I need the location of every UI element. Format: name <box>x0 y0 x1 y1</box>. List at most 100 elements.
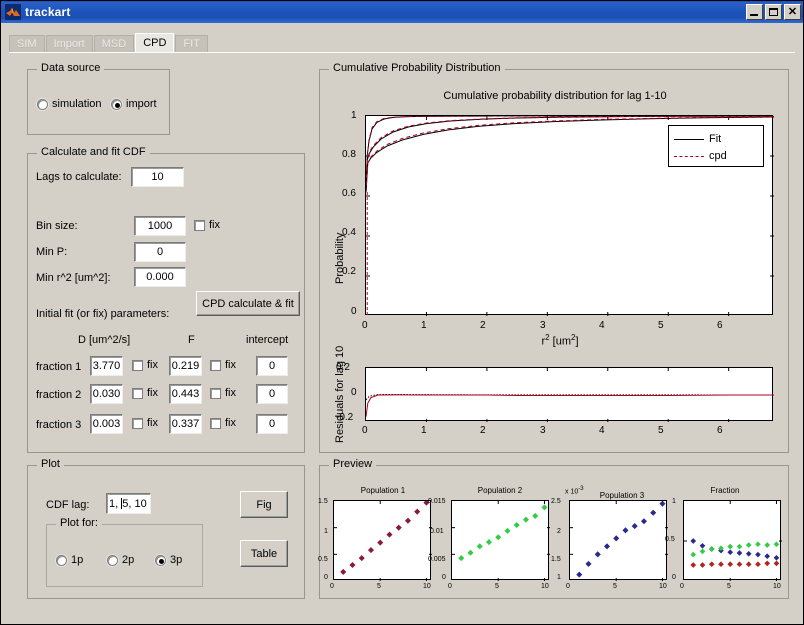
res-ytick-0: 0 <box>351 387 357 398</box>
fraction-2-d-input[interactable]: 0.030 <box>90 384 123 404</box>
p2-xtick-5: 5 <box>495 583 499 590</box>
fraction-1-d-fix-checkbox[interactable]: fix <box>132 359 158 371</box>
fraction-3-f-fix-checkbox[interactable]: fix <box>210 417 236 429</box>
population-3-title: Population 3 <box>599 491 645 500</box>
p2-ytick-0.015: 0.015 <box>428 498 446 505</box>
fraction-2-f-input[interactable]: 0.443 <box>169 384 202 404</box>
fraction-1-f-input[interactable]: 0.219 <box>169 356 202 376</box>
data-source-title: Data source <box>37 62 105 74</box>
window-controls: ✕ <box>746 4 801 20</box>
value: 0 <box>268 360 276 372</box>
radio-2p[interactable]: 2p <box>107 554 134 566</box>
checkbox-icon <box>194 219 205 231</box>
p2-xtick-10: 10 <box>541 583 549 590</box>
tab-fit[interactable]: FIT <box>175 35 208 52</box>
radio-1p[interactable]: 1p <box>56 554 83 566</box>
fraction-2-f-fix-checkbox[interactable]: fix <box>210 387 236 399</box>
p2-ytick-0: 0 <box>442 574 446 581</box>
p3-xtick-5: 5 <box>613 583 617 590</box>
checkbox-label: fix <box>225 387 236 399</box>
checkbox-icon <box>132 359 143 371</box>
tab-msd[interactable]: MSD <box>93 35 135 52</box>
maximize-button[interactable] <box>765 4 782 20</box>
p2-xtick-0: 0 <box>448 583 452 590</box>
min-r2-input[interactable]: 0.000 <box>134 267 186 287</box>
fr-xtick-0: 0 <box>680 583 684 590</box>
fraction-3-f-input[interactable]: 0.337 <box>169 414 202 434</box>
lags-value: 10 <box>151 171 164 183</box>
residuals-plot-area <box>365 367 774 422</box>
fig-button[interactable]: Fig <box>240 491 288 518</box>
bin-size-value: 1000 <box>147 220 173 232</box>
fraction-1-d-input[interactable]: 3.770 <box>90 356 123 376</box>
tab-page-separator <box>9 52 795 53</box>
p1-ytick-0.5: 0.5 <box>318 556 328 563</box>
row-label-fraction-2: fraction 2 <box>36 389 82 401</box>
residuals-ylabel: Residuals for lag 10 <box>334 345 346 443</box>
population-1-title: Population 1 <box>360 486 406 495</box>
cdf-lag-input[interactable]: 1, 5, 10 <box>106 493 151 514</box>
tab-cpd[interactable]: CPD <box>135 33 175 52</box>
radio-simulation[interactable]: simulation <box>37 98 102 110</box>
fraction-2-intercept-input[interactable]: 0 <box>256 384 288 404</box>
column-header-f: F <box>188 334 195 346</box>
fraction-3-d-input[interactable]: 0.003 <box>90 414 123 434</box>
res-xtick-3: 3 <box>540 425 546 436</box>
res-xtick-4: 4 <box>599 425 605 436</box>
table-button[interactable]: Table <box>240 540 288 567</box>
button-label: Table <box>250 547 278 560</box>
matlab-logo-icon <box>5 4 21 20</box>
checkbox-label: fix <box>225 359 236 371</box>
p1-xtick-5: 5 <box>377 583 381 590</box>
radio-circle-icon <box>56 554 67 566</box>
res-ytick-0.2: 0.2 <box>336 362 350 373</box>
tab-label: FIT <box>183 38 200 50</box>
fraction-3-intercept-input[interactable]: 0 <box>256 414 288 434</box>
window-title: trackart <box>25 5 71 19</box>
checkbox-label: fix <box>147 359 158 371</box>
radio-circle-icon <box>111 98 122 110</box>
min-p-input[interactable]: 0 <box>134 242 186 262</box>
residuals-svg <box>366 368 774 422</box>
cpd-chart-panel: Cumulative Probability Distribution Cumu… <box>319 62 789 453</box>
plot-for-title: Plot for: <box>56 517 102 529</box>
p3-ytick-2: 2 <box>557 528 561 535</box>
xtick-5: 5 <box>658 320 664 331</box>
title-bar: trackart ✕ <box>1 1 803 23</box>
value: 3.770 <box>92 360 121 372</box>
fr-ytick-0.5: 0.5 <box>665 536 675 543</box>
tab-sim[interactable]: SIM <box>9 35 45 52</box>
tab-import[interactable]: Import <box>45 35 93 52</box>
p3-ytick-1: 1 <box>557 574 561 581</box>
tab-label: MSD <box>101 38 127 50</box>
fraction-2-d-fix-checkbox[interactable]: fix <box>132 387 158 399</box>
res-xtick-6: 6 <box>717 425 723 436</box>
cpd-calculate-and-fit-button[interactable]: CPD calculate & fit <box>196 291 300 316</box>
bin-size-input[interactable]: 1000 <box>134 216 186 236</box>
ytick-0.4: 0.4 <box>342 227 356 238</box>
fraction-1-f-fix-checkbox[interactable]: fix <box>210 359 236 371</box>
text-caret <box>121 498 123 510</box>
bin-size-fix-checkbox[interactable]: fix <box>194 219 220 231</box>
value: 0.443 <box>171 388 200 400</box>
value: 0.003 <box>92 418 121 430</box>
fraction-1-intercept-input[interactable]: 0 <box>256 356 288 376</box>
minimize-button[interactable] <box>746 4 763 20</box>
cdf-lag-label: CDF lag: <box>46 499 90 511</box>
lags-to-calculate-input[interactable]: 10 <box>131 167 184 187</box>
p1-xtick-0: 0 <box>330 583 334 590</box>
main-chart-xlabel: r2 [um2] <box>541 333 579 348</box>
close-icon: ✕ <box>787 5 798 18</box>
checkbox-label: fix <box>225 417 236 429</box>
plot-panel-title: Plot <box>37 458 64 470</box>
fraction-3-d-fix-checkbox[interactable]: fix <box>132 417 158 429</box>
close-button[interactable]: ✕ <box>784 4 801 20</box>
p1-ytick-0: 0 <box>324 574 328 581</box>
column-header-intercept: intercept <box>246 334 289 346</box>
checkbox-label: fix <box>147 417 158 429</box>
legend-label: cpd <box>709 150 727 162</box>
radio-3p[interactable]: 3p <box>155 554 182 566</box>
p2-ytick-0.01: 0.01 <box>430 528 444 535</box>
population-1-plot-area <box>333 500 432 581</box>
radio-import[interactable]: import <box>111 98 157 110</box>
